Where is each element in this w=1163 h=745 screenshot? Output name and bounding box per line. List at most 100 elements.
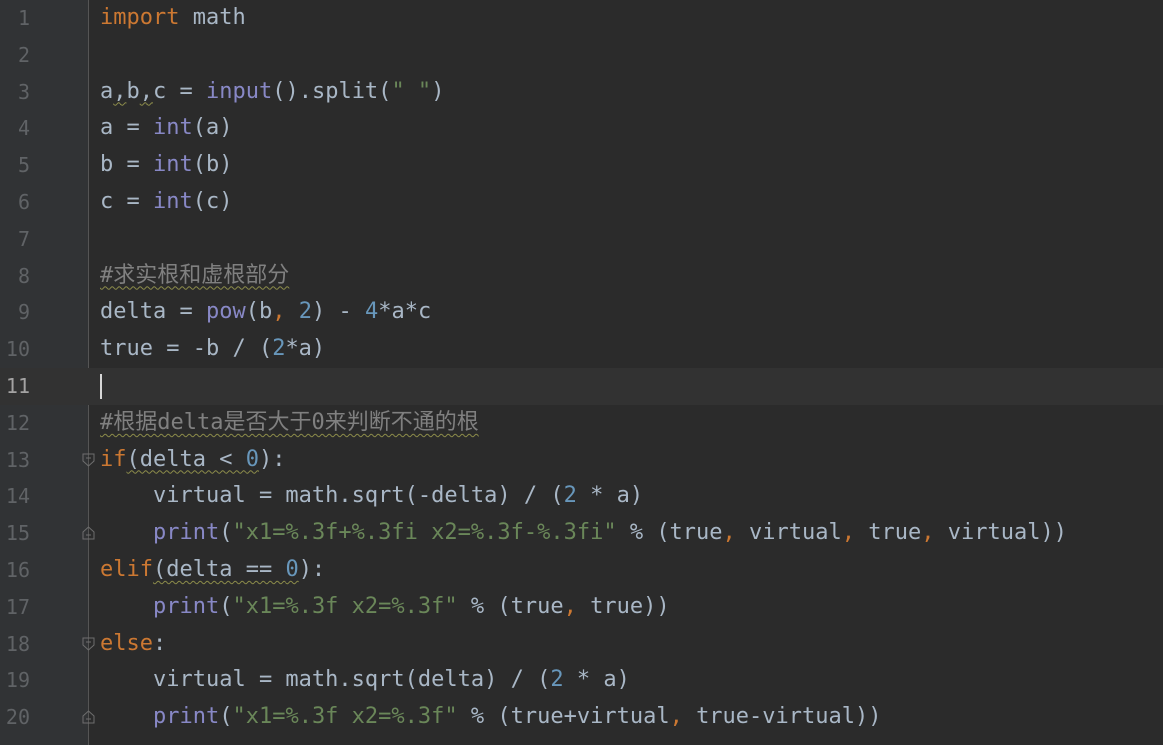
fold-open-icon[interactable] [82, 453, 95, 467]
current-code-line[interactable]: 11 [0, 368, 1163, 405]
punctuation-token: , [563, 593, 591, 619]
identifier-token: true = -b / ( [100, 336, 273, 362]
identifier-token: c = [100, 189, 153, 214]
line-number: 19 [5, 668, 30, 693]
code-line[interactable]: 2 [0, 37, 1163, 74]
builtin-token: print [152, 520, 220, 546]
code-line[interactable]: 4 a = int(a) [0, 110, 1163, 147]
identifier-token: * a) [563, 667, 630, 693]
code-text[interactable]: a,b,c = input().split(" ") [100, 74, 444, 111]
code-text[interactable]: a = int(a) [100, 110, 232, 147]
identifier-token: *a*c [378, 299, 432, 325]
line-number: 5 [17, 153, 30, 178]
code-text[interactable]: #求实根和虚根部分 [100, 258, 289, 295]
identifier-token: delta = [100, 299, 206, 325]
identifier-token: *a) [285, 336, 326, 362]
identifier-token: ) - [311, 299, 365, 325]
identifier-token: % (true [457, 593, 564, 619]
code-editor[interactable]: 1 import math 2 3 a,b,c = input().split(… [0, 0, 1163, 745]
keyword-token: import [100, 5, 180, 30]
code-text[interactable]: if(delta < 0): [100, 442, 285, 479]
code-line[interactable]: 8 #求实根和虚根部分 [0, 258, 1163, 295]
code-line[interactable]: 19 virtual = math.sqrt(delta) / (2 * a) [0, 662, 1163, 699]
code-line[interactable]: 14 virtual = math.sqrt(-delta) / (2 * a) [0, 478, 1163, 515]
identifier-token: virtual [749, 520, 842, 546]
fold-open-icon[interactable] [82, 637, 95, 651]
number-token: 2 [272, 336, 286, 362]
code-text[interactable]: import math [100, 0, 246, 37]
line-number: 18 [5, 631, 30, 656]
warning-token: , [113, 78, 127, 104]
builtin-token: pow [205, 299, 246, 325]
identifier-token: ): [298, 557, 326, 582]
identifier-token: virtual)) [947, 520, 1067, 546]
code-line[interactable]: 9 delta = pow(b, 2) - 4*a*c [0, 294, 1163, 331]
code-line[interactable]: 10 true = -b / (2*a) [0, 331, 1163, 368]
identifier-token: virtual = math.sqrt(delta) / ( [100, 667, 551, 693]
builtin-token: int [152, 115, 193, 141]
identifier-token: b [126, 78, 140, 104]
identifier-token: (delta < [126, 446, 246, 472]
fold-end-icon[interactable] [82, 526, 95, 540]
code-text[interactable]: true = -b / (2*a) [100, 331, 325, 368]
code-line[interactable]: 1 import math [0, 0, 1163, 37]
identifier-token: a = [100, 115, 153, 141]
code-line[interactable]: 17 print("x1=%.3f x2=%.3f" % (true, true… [0, 589, 1163, 626]
identifier-token: b = [100, 152, 153, 178]
identifier-token: * a) [576, 483, 644, 509]
line-number: 4 [17, 116, 30, 141]
code-text[interactable]: else: [100, 626, 166, 663]
comment-token: #求实根和虚根部分 [100, 262, 290, 288]
code-text[interactable]: #根据delta是否大于0来判断不通的根 [100, 405, 479, 442]
number-token: 0 [285, 557, 299, 582]
builtin-token: int [152, 189, 193, 214]
code-text[interactable]: print("x1=%.3f+%.3fi x2=%.3f-%.3fi" % (t… [100, 515, 1067, 552]
identifier-token: % (true [616, 520, 723, 546]
code-line[interactable]: 18 else: [0, 626, 1163, 663]
text-caret [100, 374, 102, 399]
code-line[interactable]: 20 print("x1=%.3f x2=%.3f" % (true+virtu… [0, 699, 1163, 736]
code-line[interactable]: 15 print("x1=%.3f+%.3fi x2=%.3f-%.3fi" %… [0, 515, 1163, 552]
code-text[interactable]: b = int(b) [100, 147, 232, 184]
code-text[interactable]: print("x1=%.3f x2=%.3f" % (true+virtual,… [100, 699, 882, 736]
punctuation-token: , [921, 520, 948, 546]
code-text[interactable]: elif(delta == 0): [100, 552, 325, 589]
identifier-token: (b) [192, 152, 233, 178]
line-number: 6 [17, 190, 30, 214]
code-text[interactable]: delta = pow(b, 2) - 4*a*c [100, 294, 431, 331]
code-text[interactable]: virtual = math.sqrt(delta) / (2 * a) [100, 662, 630, 699]
line-number: 16 [5, 558, 30, 582]
string-token: "x1=%.3f x2=%.3f" [232, 593, 458, 619]
comment-token: #根据delta是否大于0来判断不通的根 [100, 409, 479, 435]
punctuation-token: , [669, 704, 697, 730]
identifier-token: (delta == [152, 557, 286, 582]
indent-token [100, 594, 153, 619]
punctuation-token: , [722, 520, 750, 546]
code-line[interactable]: 3 a,b,c = input().split(" ") [0, 74, 1163, 111]
warning-token: , [139, 78, 153, 104]
builtin-token: int [152, 152, 193, 178]
identifier-token: % (true+virtual [457, 704, 670, 730]
fold-end-icon[interactable] [82, 710, 95, 724]
code-text[interactable]: print("x1=%.3f x2=%.3f" % (true, true)) [100, 589, 670, 626]
string-token: "x1=%.3f+%.3fi x2=%.3f-%.3fi" [232, 520, 617, 546]
line-number: 12 [5, 410, 30, 435]
code-line[interactable]: 16 elif(delta == 0): [0, 552, 1163, 589]
code-text[interactable]: c = int(c) [100, 184, 232, 221]
code-line[interactable]: 5 b = int(b) [0, 147, 1163, 184]
code-text[interactable]: virtual = math.sqrt(-delta) / (2 * a) [100, 478, 643, 515]
code-line[interactable]: 12 #根据delta是否大于0来判断不通的根 [0, 405, 1163, 442]
identifier-token: (a) [192, 115, 233, 141]
builtin-token: input [205, 78, 273, 104]
identifier-token: (b [245, 299, 273, 325]
line-number: 13 [5, 447, 30, 472]
code-line[interactable]: 7 [0, 221, 1163, 258]
number-token: 2 [550, 667, 564, 693]
punctuation-token: , [841, 520, 869, 546]
number-token: 4 [364, 299, 379, 325]
code-line[interactable]: 13 if(delta < 0): [0, 442, 1163, 479]
line-number: 20 [5, 705, 30, 730]
code-line[interactable]: 6 c = int(c) [0, 184, 1163, 221]
identifier-token: (c) [192, 189, 233, 214]
line-number: 15 [5, 521, 30, 546]
